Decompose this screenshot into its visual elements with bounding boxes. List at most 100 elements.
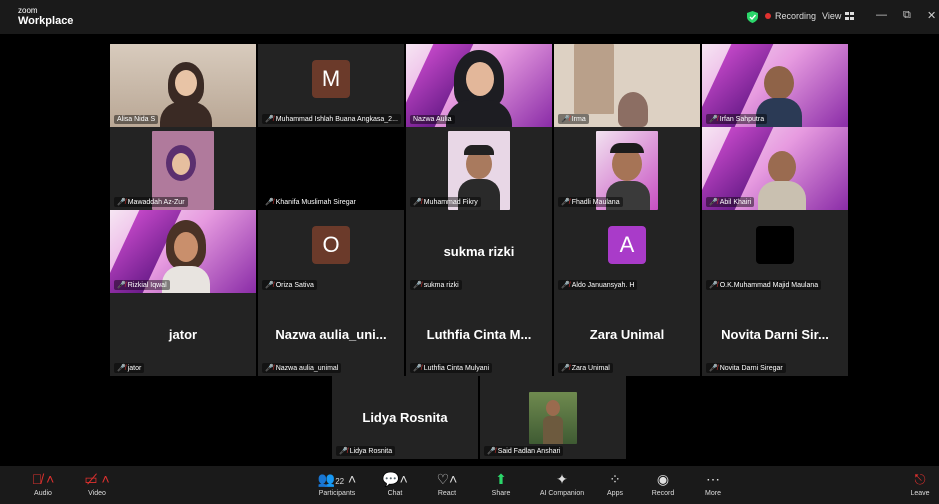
- mic-muted-icon: 🎤̸: [709, 116, 718, 123]
- heart-icon: ♡˄: [436, 471, 458, 487]
- participant-tile[interactable]: 🎤̸ O.K.Muhammad Majid Maulana: [702, 210, 848, 293]
- mic-muted-icon: 🎤̸: [339, 448, 348, 455]
- view-button[interactable]: View: [822, 11, 855, 21]
- chat-label: Chat: [387, 490, 403, 497]
- participant-name: Nazwa Aulia: [410, 115, 455, 124]
- participant-tile[interactable]: 🎤̸ Irma: [554, 44, 700, 127]
- mic-muted-icon: 🎤̸: [117, 365, 126, 372]
- participant-tile[interactable]: Novita Darni Sir... 🎤̸ Novita Darni Sireg…: [702, 293, 848, 376]
- mic-muted-icon: 🎤̸: [561, 199, 570, 206]
- participant-tile[interactable]: jator 🎤̸ jator: [110, 293, 256, 376]
- mic-muted-icon: 🎤̸: [413, 365, 422, 372]
- participant-display-name: Luthfia Cinta M...: [426, 327, 532, 342]
- mic-muted-icon: 🎤̸: [413, 282, 422, 289]
- participant-name: 🎤̸ Novita Darni Siregar: [706, 363, 786, 373]
- recording-indicator[interactable]: Recording: [765, 11, 816, 21]
- share-button[interactable]: ⬆ Share: [476, 470, 526, 497]
- apps-icon: ⁘: [609, 471, 621, 487]
- avatar: M: [312, 60, 350, 98]
- participant-tile[interactable]: 🎤̸ Rizkial Iqwal: [110, 210, 256, 293]
- participant-name: 🎤̸ sukma rizki: [410, 280, 462, 290]
- video-button[interactable]: ▭̸ ˄ Video: [72, 470, 122, 497]
- audio-label: Audio: [34, 490, 52, 497]
- mic-muted-icon: 🎤̸: [709, 199, 718, 206]
- avatar: [756, 226, 794, 264]
- participant-name: 🎤̸ Lidya Rosnita: [336, 446, 396, 456]
- participant-name: 🎤̸ jator: [114, 363, 145, 373]
- react-button[interactable]: ♡˄ React: [422, 470, 472, 497]
- mic-muted-icon: 🎤̸: [561, 365, 570, 372]
- leave-button[interactable]: ⎋ Leave: [904, 470, 936, 497]
- participant-display-name: Nazwa aulia_uni...: [275, 327, 387, 342]
- more-icon: ⋯: [706, 471, 720, 487]
- video-label: Video: [88, 490, 106, 497]
- participant-tile[interactable]: 🎤̸ Muhammad Fikry: [406, 127, 552, 210]
- more-label: More: [705, 490, 721, 497]
- participant-tile[interactable]: Alisa Nida S: [110, 44, 256, 127]
- mic-muted-icon: 🎤̸: [709, 282, 718, 289]
- close-button[interactable]: ✕: [927, 9, 936, 22]
- participant-tile[interactable]: 🎤̸ Said Fadlan Anshari: [480, 376, 626, 459]
- apps-button[interactable]: ⁘ Apps: [590, 470, 640, 497]
- participant-tile[interactable]: Nazwa aulia_uni... 🎤̸ Nazwa aulia_unimal: [258, 293, 404, 376]
- participant-name: 🎤̸ Irfan Sahputra: [706, 114, 768, 124]
- record-button[interactable]: ◉ Record: [638, 470, 688, 497]
- leave-label: Leave: [910, 490, 930, 497]
- participant-display-name: sukma rizki: [443, 244, 515, 259]
- share-label: Share: [491, 490, 511, 497]
- mic-muted-icon: 🎤̸: [487, 448, 496, 455]
- avatar: A: [608, 226, 646, 264]
- participant-tile[interactable]: sukma rizki 🎤̸ sukma rizki: [406, 210, 552, 293]
- zoom-logo: zoom Workplace: [18, 5, 73, 27]
- mic-muted-icon: 🎤̸: [117, 199, 126, 206]
- participant-tile[interactable]: Zara Unimal 🎤̸ Zara Unimal: [554, 293, 700, 376]
- participant-name: 🎤̸ Fhadli Maulana: [558, 197, 623, 207]
- participant-tile[interactable]: 🎤̸ Fhadli Maulana: [554, 127, 700, 210]
- participant-name: 🎤̸ Luthfia Cinta Mulyani: [410, 363, 493, 373]
- mic-muted-icon: 🎤̸: [265, 365, 274, 372]
- participant-name: 🎤̸ Rizkial Iqwal: [114, 280, 170, 290]
- participant-tile[interactable]: Luthfia Cinta M... 🎤̸ Luthfia Cinta Mulya…: [406, 293, 552, 376]
- participant-name: 🎤̸ Aldo Januansyah. H: [558, 280, 638, 290]
- mic-muted-icon: 🎤̸: [265, 199, 274, 206]
- more-button[interactable]: ⋯ More: [688, 470, 738, 497]
- participant-tile[interactable]: Lidya Rosnita 🎤̸ Lidya Rosnita: [332, 376, 478, 459]
- participant-name: 🎤̸ Abil Khairi: [706, 197, 755, 207]
- audio-button[interactable]: 🎙̸ ˄ Audio: [18, 470, 68, 497]
- participant-display-name: Novita Darni Sir...: [721, 327, 829, 342]
- participant-name: 🎤̸ O.K.Muhammad Majid Maulana: [706, 280, 822, 290]
- sparkle-icon: ✦: [556, 471, 568, 487]
- apps-label: Apps: [607, 490, 623, 497]
- participant-display-name: Zara Unimal: [589, 327, 665, 342]
- leave-icon: ⎋: [914, 471, 926, 487]
- participant-tile-active-speaker[interactable]: Nazwa Aulia: [406, 44, 552, 127]
- video-off-icon: ▭̸ ˄: [84, 471, 110, 487]
- participant-tile[interactable]: O 🎤̸ Oriza Sativa: [258, 210, 404, 293]
- participants-count: 22: [335, 477, 345, 486]
- mic-muted-icon: 🎤̸: [561, 116, 570, 123]
- mic-muted-icon: 🎤̸: [709, 365, 718, 372]
- participant-tile[interactable]: A 🎤̸ Aldo Januansyah. H: [554, 210, 700, 293]
- participants-button[interactable]: 👥22 ˄ Participants: [308, 470, 366, 497]
- participant-tile[interactable]: 🎤̸ Khanifa Muslimah Siregar: [258, 127, 404, 210]
- maximize-button[interactable]: ⧉: [903, 9, 911, 22]
- participant-tile[interactable]: 🎤̸ Abil Khairi: [702, 127, 848, 210]
- view-label: View: [822, 11, 842, 21]
- participant-name: 🎤̸ Oriza Sativa: [262, 280, 317, 290]
- avatar: O: [312, 226, 350, 264]
- participant-tile[interactable]: 🎤̸ Irfan Sahputra: [702, 44, 848, 127]
- chat-button[interactable]: 💬˄ Chat: [370, 470, 420, 497]
- participant-tile[interactable]: 🎤̸ Mawaddah Az-Zur: [110, 127, 256, 210]
- ai-companion-button[interactable]: ✦ AI Companion: [534, 470, 590, 497]
- participant-name: 🎤̸ Zara Unimal: [558, 363, 613, 373]
- title-bar: zoom Workplace Recording View — ⧉ ✕: [0, 0, 939, 34]
- record-icon: ◉: [656, 471, 670, 487]
- react-label: React: [437, 490, 457, 497]
- logo-line2: Workplace: [18, 15, 74, 27]
- minimize-button[interactable]: —: [876, 9, 887, 21]
- mic-muted-icon: 🎤̸: [265, 282, 274, 289]
- mic-muted-icon: 🎙̸ ˄: [31, 471, 55, 487]
- shield-icon[interactable]: [747, 11, 758, 23]
- participant-tile[interactable]: M 🎤̸ Muhammad Ishlah Buana Angkasa_2...: [258, 44, 404, 127]
- mic-muted-icon: 🎤̸: [413, 199, 422, 206]
